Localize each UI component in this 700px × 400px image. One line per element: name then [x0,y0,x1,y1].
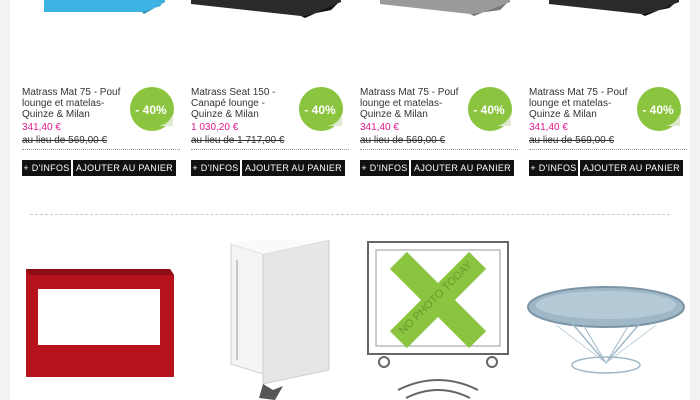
more-info-button[interactable]: + D'INFOS [22,160,71,176]
product-card: Matrass Mat 75 - Pouf lounge et matelas-… [360,0,518,180]
product-name[interactable]: Matrass Mat 75 - Pouf lounge et matelas-… [360,87,460,120]
section-divider [30,214,670,215]
discount-text: - 40% [473,103,505,117]
product-card: Matrass Mat 75 - Pouf lounge et matelas-… [529,0,687,180]
product-old-price: au lieu de 569,00 € [360,135,446,146]
product-name[interactable]: Matrass Seat 150 - Canapé lounge - Quinz… [191,87,291,120]
product-price: 341,40 € [22,122,61,133]
product-price: 341,40 € [360,122,399,133]
glass-table-image[interactable] [526,285,686,380]
divider [529,149,687,150]
discount-badge: - 40% [298,86,344,132]
product-name[interactable]: Matrass Mat 75 - Pouf lounge et matelas-… [22,87,122,120]
add-to-cart-button[interactable]: AJOUTER AU PANIER [73,160,176,176]
more-info-button[interactable]: + D'INFOS [360,160,409,176]
discount-badge: - 40% [636,86,682,132]
product-image[interactable] [22,0,180,82]
product-name[interactable]: Matrass Mat 75 - Pouf lounge et matelas-… [529,87,629,120]
add-to-cart-button[interactable]: AJOUTER AU PANIER [411,160,514,176]
white-cabinet-image[interactable] [203,232,331,400]
product-image[interactable] [529,0,687,82]
discount-text: - 40% [135,103,167,117]
discount-badge: - 40% [129,86,175,132]
product-price: 341,40 € [529,122,568,133]
product-old-price: au lieu de 1 717,00 € [191,135,285,146]
more-info-button[interactable]: + D'INFOS [191,160,240,176]
add-to-cart-button[interactable]: AJOUTER AU PANIER [242,160,345,176]
product-image[interactable] [191,0,349,82]
product-old-price: au lieu de 569,00 € [22,135,108,146]
divider [191,149,349,150]
product-image[interactable] [360,0,518,82]
divider [360,149,518,150]
catalog-page: Matrass Mat 75 - Pouf lounge et matelas-… [10,0,690,400]
divider [22,149,180,150]
no-photo-today-placeholder[interactable]: NO PHOTO TODAY [366,240,510,400]
product-old-price: au lieu de 569,00 € [529,135,615,146]
product-price: 1 030,20 € [191,122,239,133]
red-shelf-image[interactable] [20,265,176,388]
discount-text: - 40% [642,103,674,117]
discount-badge: - 40% [467,86,513,132]
product-card: Matrass Mat 75 - Pouf lounge et matelas-… [22,0,180,180]
discount-text: - 40% [304,103,336,117]
product-card: Matrass Seat 150 - Canapé lounge - Quinz… [191,0,349,180]
more-info-button[interactable]: + D'INFOS [529,160,578,176]
add-to-cart-button[interactable]: AJOUTER AU PANIER [580,160,683,176]
